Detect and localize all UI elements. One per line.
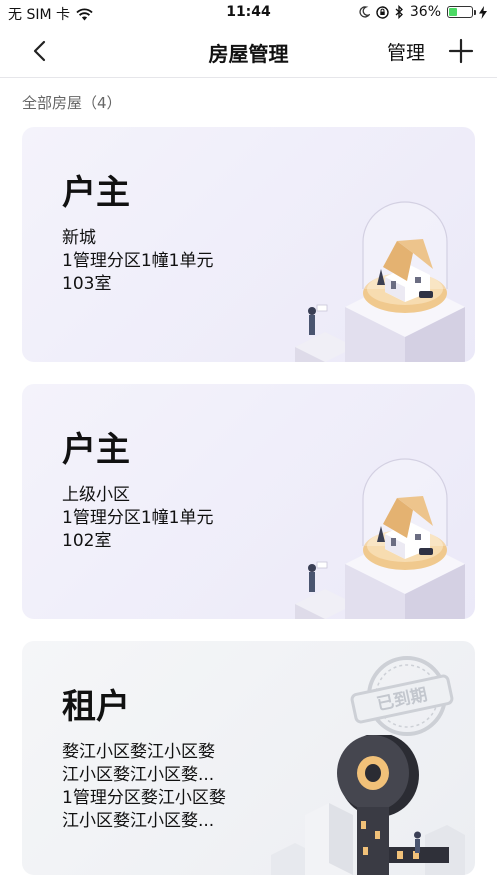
unit-name: 1管理分区1幢1单元 bbox=[62, 508, 214, 528]
community-name: 新城 bbox=[62, 228, 96, 248]
unit-name: 1管理分区1幢1单元 bbox=[62, 251, 214, 271]
battery-percent: 36% bbox=[409, 4, 441, 20]
battery-level bbox=[449, 8, 457, 16]
plus-icon[interactable] bbox=[447, 37, 475, 65]
role-label: 租户 bbox=[62, 687, 130, 727]
lock-rotation-icon bbox=[376, 5, 389, 19]
room-number: 102室 bbox=[62, 531, 112, 551]
house-card[interactable]: 户主 新城 1管理分区1幢1单元 103室 bbox=[22, 127, 475, 362]
status-bar: 无 SIM 卡 11:44 36% bbox=[0, 0, 497, 26]
house-card[interactable]: 户主 上级小区 1管理分区1幢1单元 102室 bbox=[22, 384, 475, 619]
house-card-expired[interactable]: 租户 婺江小区婺江小区婺 江小区婺江小区婺... 1管理分区婺江小区婺 江小区婺… bbox=[22, 641, 475, 875]
status-right: 36% bbox=[358, 4, 487, 20]
community-name-line: 婺江小区婺江小区婺 bbox=[62, 742, 215, 762]
battery-icon bbox=[447, 6, 476, 18]
charging-icon bbox=[479, 5, 487, 19]
manage-button[interactable]: 管理 bbox=[387, 38, 425, 65]
key-illustration bbox=[271, 735, 465, 875]
expired-stamp: 已到期 bbox=[350, 656, 454, 736]
address-block: 新城 1管理分区1幢1单元 103室 bbox=[62, 227, 213, 296]
room-number: 103室 bbox=[62, 274, 112, 294]
house-illustration bbox=[295, 201, 465, 362]
community-name-line: 江小区婺江小区婺... bbox=[62, 765, 215, 785]
role-label: 户主 bbox=[62, 430, 130, 470]
house-count-header: 全部房屋（4） bbox=[22, 94, 122, 112]
bluetooth-icon bbox=[395, 5, 403, 19]
moon-icon bbox=[359, 6, 370, 18]
unit-name-line: 1管理分区婺江小区婺 bbox=[62, 788, 226, 808]
community-name: 上级小区 bbox=[62, 485, 130, 505]
nav-bar: 房屋管理 管理 bbox=[0, 26, 497, 78]
address-block: 上级小区 1管理分区1幢1单元 102室 bbox=[62, 484, 213, 553]
unit-name-line: 江小区婺江小区婺... bbox=[62, 811, 215, 831]
role-label: 户主 bbox=[62, 173, 130, 213]
house-illustration bbox=[295, 458, 465, 619]
address-block: 婺江小区婺江小区婺 江小区婺江小区婺... 1管理分区婺江小区婺 江小区婺江小区… bbox=[62, 741, 226, 833]
